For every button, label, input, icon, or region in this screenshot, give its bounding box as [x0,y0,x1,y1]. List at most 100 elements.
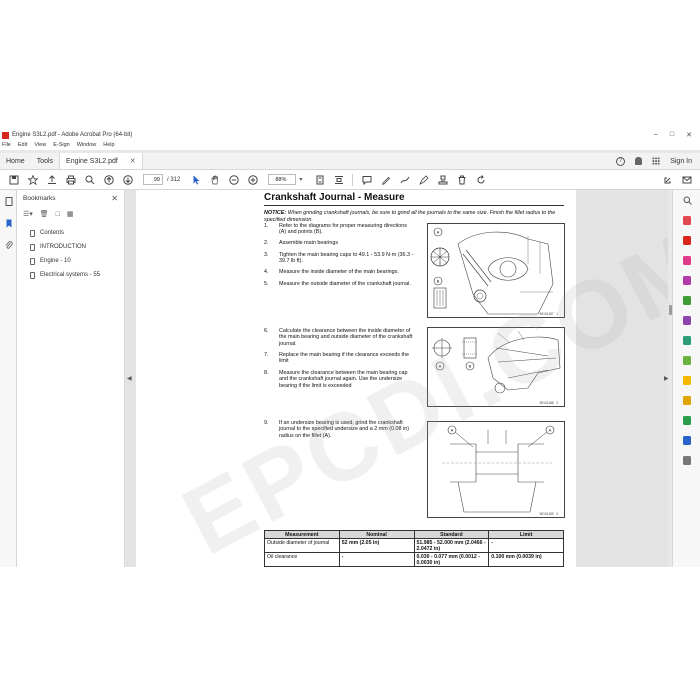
bookmark-label: Engine - 10 [40,258,71,264]
export-pdf-icon[interactable] [673,210,700,230]
zoom-out-icon[interactable] [224,173,243,187]
upload-icon[interactable] [42,173,61,187]
bookmark-item-introduction[interactable]: INTRODUCTION [17,240,124,254]
more-tools-icon[interactable] [673,450,700,470]
step-2: 2. Assemble main bearings [264,240,414,246]
menu-window[interactable]: Window [77,142,97,148]
find-magnifier-icon[interactable] [80,173,99,187]
step-5: 5. Measure the outside diameter of the cr… [264,281,414,287]
tab-tools[interactable]: Tools [31,153,59,169]
attachments-icon[interactable] [0,234,17,256]
fill-and-sign-icon[interactable] [673,390,700,410]
step-text: Measure the outside diameter of the cran… [279,281,411,287]
bookmarks-panel-icon[interactable] [0,212,17,234]
step-6: 6. Calculate the clearance between the in… [264,328,414,347]
table-cell: 51.985 - 52.000 mm (2.0466 - 2.0472 in) [413,538,490,553]
expand-bookmark-icon[interactable]: ▦ [67,210,74,218]
security-shield-icon[interactable] [673,430,700,450]
delete-icon[interactable] [452,173,471,187]
watermark-text: EPCDI.COM [166,208,670,567]
document-viewport[interactable]: Crankshaft Journal - Measure NOTICE: Whe… [126,190,670,567]
menu-help[interactable]: Help [103,142,114,148]
page-thumbnails-icon[interactable] [0,190,17,212]
maximize-icon[interactable]: □ [670,131,674,139]
previous-page-icon[interactable] [99,173,118,187]
figure-1-code: 50101187 1 [539,312,558,316]
step-text: Refer to the diagrams for proper measuri… [279,223,407,236]
delete-bookmark-icon[interactable]: 🗑 [40,210,49,218]
acrobat-logo-icon [2,131,9,139]
bookmark-item-engine[interactable]: Engine - 10 [17,254,124,268]
highlight-pen-icon[interactable] [376,173,395,187]
create-pdf-icon[interactable] [673,230,700,250]
step-number: 3. [264,252,269,258]
notification-bell-icon[interactable] [635,157,643,165]
page-number-input[interactable]: 99 [143,174,163,185]
print-icon[interactable] [61,173,80,187]
edit-pdf-icon[interactable] [673,250,700,270]
step-number: 9. [264,420,269,426]
close-tab-icon[interactable]: ✕ [130,157,136,165]
bookmark-icon [30,257,35,265]
bookmark-label: Electrical systems - 55 [40,272,101,278]
bookmark-star-icon[interactable] [23,173,42,187]
step-number: 7. [264,352,269,358]
step-text: Measure the inside diameter of the main … [279,269,399,275]
save-icon[interactable] [4,173,23,187]
figure-1-illustration: A B [430,227,554,315]
tab-document[interactable]: Engine S3L2.pdf ✕ [59,153,143,169]
tab-home[interactable]: Home [0,153,31,169]
step-1: 1. Refer to the diagrams for proper measu… [264,223,414,236]
select-cursor-icon[interactable] [186,173,205,187]
step-3: 3. Tighten the main bearing caps to 49.1 … [264,252,414,265]
combine-files-icon[interactable] [673,270,700,290]
bookmark-label: Contents [40,230,65,236]
prepare-form-icon[interactable] [673,410,700,430]
draw-icon[interactable] [395,173,414,187]
bookmarks-panel: Bookmarks ✕ ☰▾ 🗑 □ ▦ Contents INTRODUCTI… [17,190,125,567]
share-link-icon[interactable] [658,173,677,187]
bookmark-icon [30,271,35,279]
bookmark-label: INTRODUCTION [40,244,86,250]
comment-icon[interactable] [357,173,376,187]
help-icon[interactable]: ? [616,156,626,166]
pdf-page: Crankshaft Journal - Measure NOTICE: Whe… [136,190,670,567]
rotate-icon[interactable] [471,173,490,187]
minimize-icon[interactable]: – [654,131,658,139]
step-9: 9. If an undersize bearing is used, grind… [264,420,414,439]
email-icon[interactable] [677,173,696,187]
protect-icon[interactable] [673,350,700,370]
menu-esign[interactable]: E-Sign [53,142,70,148]
bookmark-item-contents[interactable]: Contents [17,226,124,240]
new-bookmark-icon[interactable]: □ [56,211,60,218]
scroll-mode-icon[interactable] [329,173,348,187]
bookmark-options-icon[interactable]: ☰▾ [23,210,33,218]
menu-edit[interactable]: Edit [18,142,27,148]
menu-view[interactable]: View [34,142,46,148]
zoom-in-icon[interactable] [243,173,262,187]
stamp-icon[interactable] [433,173,452,187]
sign-in-button[interactable]: Sign In [670,158,692,165]
fit-page-icon[interactable] [310,173,329,187]
apps-grid-icon[interactable] [652,157,661,165]
close-panel-icon[interactable]: ✕ [111,194,118,203]
zoom-dropdown-icon[interactable]: ▾ [299,176,302,183]
step-text: If an undersize bearing is used, grind t… [279,420,410,439]
search-tool-icon[interactable] [673,190,700,210]
next-page-icon[interactable] [118,173,137,187]
bookmark-item-electrical[interactable]: Electrical systems - 55 [17,268,124,282]
zoom-level-input[interactable]: 88% [268,174,297,185]
hand-tool-icon[interactable] [205,173,224,187]
step-text: Tighten the main bearing caps to 49.1 - … [279,252,414,265]
organize-pages-icon[interactable] [673,290,700,310]
column-header-nominal: Nominal [338,530,415,539]
svg-text:B: B [437,279,440,284]
comment-tool-icon[interactable] [673,370,700,390]
request-signature-icon[interactable] [673,310,700,330]
menu-file[interactable]: File [2,142,11,148]
collapse-left-panel-icon[interactable]: ◀ [127,375,132,382]
step-8: 8. Measure the clearance between the main… [264,370,414,389]
scan-ocr-icon[interactable] [673,330,700,350]
fill-sign-icon[interactable] [414,173,433,187]
close-window-icon[interactable]: ✕ [686,131,692,139]
